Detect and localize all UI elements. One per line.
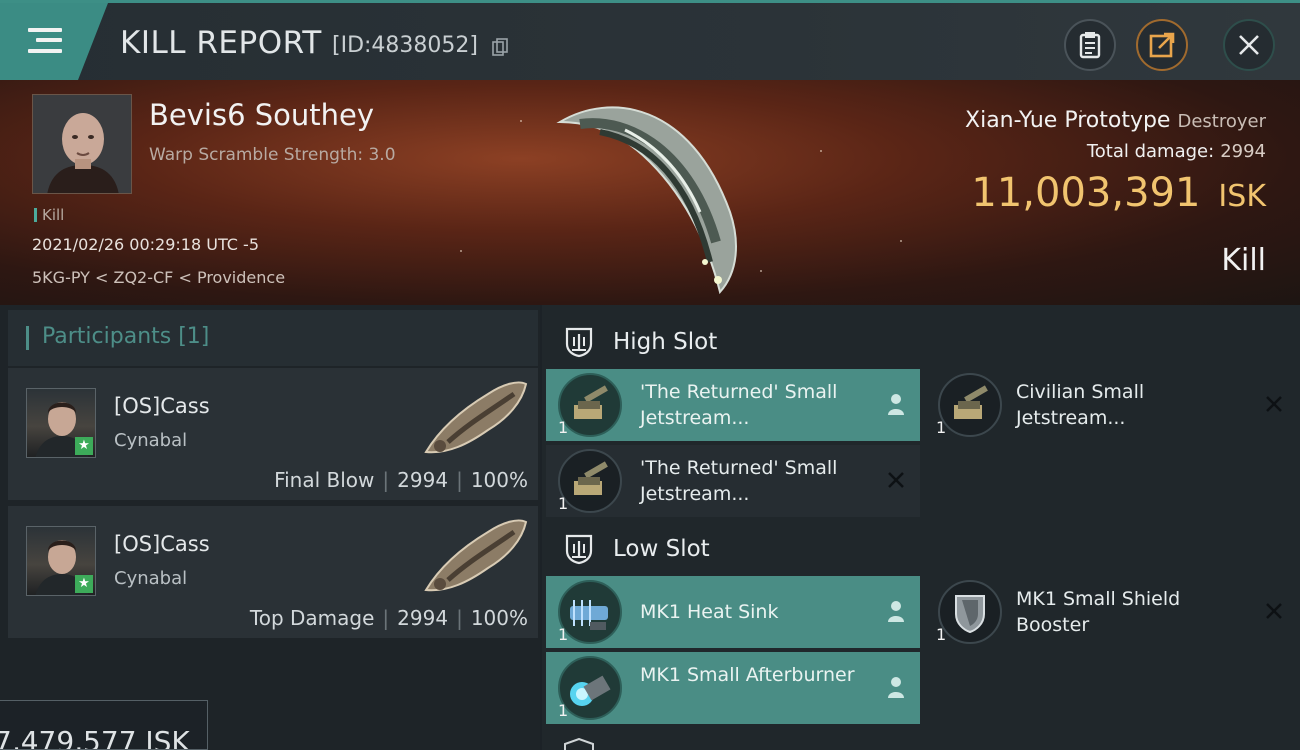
item-name: 'The Returned' Small Jetstream... <box>640 381 838 429</box>
destroyed-icon <box>1266 603 1282 619</box>
destroyed-icon <box>888 472 904 488</box>
item-quantity: 1 <box>558 625 569 644</box>
shield-booster-icon <box>938 580 1002 644</box>
ship-class: Destroyer <box>1177 111 1266 132</box>
total-damage-label: Total damage: <box>1086 141 1215 162</box>
isk-value: 11,003,391 ISK <box>971 170 1266 216</box>
participant-name: [OS]Cass <box>114 394 210 418</box>
item-quantity: 1 <box>558 701 569 720</box>
star-icon: ★ <box>75 437 93 455</box>
low-slot-label: Low Slot <box>613 536 710 562</box>
participant-ship-image <box>424 381 528 454</box>
victim-ship[interactable]: Xian-Yue Prototype Destroyer <box>965 108 1266 133</box>
high-slot-item[interactable]: 1 'The Returned' Small Jetstream... <box>546 445 920 517</box>
high-slot-header: High Slot <box>545 312 1300 370</box>
close-icon <box>1239 35 1259 55</box>
star-icon: ★ <box>75 575 93 593</box>
item-quantity: 1 <box>558 494 569 513</box>
low-slot-icon <box>565 534 593 565</box>
isk-amount: 11,003,391 <box>971 170 1201 216</box>
floating-isk-value: 7,479,577 ISK <box>0 725 190 750</box>
low-slot-item[interactable]: 1 MK1 Heat Sink <box>546 576 920 648</box>
item-name: MK1 Small Shield Booster <box>1016 588 1181 636</box>
total-damage-value: 2994 <box>1220 141 1266 162</box>
item-name: 'The Returned' Small Jetstream... <box>640 457 838 505</box>
participant-name: [OS]Cass <box>114 532 210 556</box>
ship-name: Xian-Yue Prototype <box>965 108 1171 133</box>
participant-ship-image <box>424 519 528 592</box>
title-bar: KILL REPORT [ID:4838052] <box>0 0 1300 80</box>
turret-icon <box>938 373 1002 437</box>
page-title: KILL REPORT <box>120 25 322 61</box>
participant-stats: Top Damage | 2994 | 100% <box>249 606 528 630</box>
avatar: ★ <box>26 526 96 596</box>
kill-report-id: [ID:4838052] <box>332 33 478 58</box>
item-quantity: 1 <box>558 418 569 437</box>
avatar <box>33 95 131 193</box>
avatar: ★ <box>26 388 96 458</box>
isk-unit: ISK <box>1218 179 1266 214</box>
participant-stats: Final Blow | 2994 | 100% <box>274 468 528 492</box>
kill-location[interactable]: 5KG-PY < ZQ2-CF < Providence <box>32 268 285 287</box>
item-name: Civilian Small Jetstream... <box>1016 381 1145 429</box>
item-name: MK1 Heat Sink <box>640 601 779 623</box>
victim-subline: Warp Scramble Strength: 3.0 <box>149 145 396 165</box>
victim-name[interactable]: Bevis6 Southey <box>149 98 374 132</box>
participant-row[interactable]: ★ [OS]Cass Cynabal Top Damage | 2994 | 100% <box>8 506 538 638</box>
participant-ship: Cynabal <box>114 430 188 451</box>
floating-isk-panel: 7,479,577 ISK <box>0 700 208 750</box>
clipboard-button[interactable] <box>1064 19 1116 71</box>
participants-header: Participants [1] <box>8 310 538 366</box>
participant-row[interactable]: ★ [OS]Cass Cynabal Final Blow | 2994 | 100% <box>8 368 538 500</box>
item-quantity: 1 <box>936 418 947 437</box>
low-slot-item[interactable]: 1 MK1 Small Shield Booster <box>922 576 1298 648</box>
high-slot-label: High Slot <box>613 329 718 355</box>
next-slot-icon <box>564 738 594 750</box>
high-slot-item[interactable]: 1 Civilian Small Jetstream... <box>922 369 1298 441</box>
item-quantity: 1 <box>936 625 947 644</box>
participant-damage: 2994 <box>397 468 449 492</box>
victim-ship-image <box>556 106 737 295</box>
item-name: MK1 Small Afterburner <box>640 664 855 686</box>
menu-button[interactable] <box>0 3 108 80</box>
participant-percent: 100% <box>470 468 528 492</box>
destroyed-icon <box>1266 396 1282 412</box>
dropped-icon <box>888 601 904 622</box>
kill-tag: Kill <box>34 206 64 224</box>
share-icon <box>1149 32 1175 58</box>
low-slot-header: Low Slot <box>545 519 1300 577</box>
share-button[interactable] <box>1136 19 1188 71</box>
copy-icon[interactable] <box>492 38 508 56</box>
participant-role: Top Damage <box>249 606 375 630</box>
dropped-icon <box>888 677 904 698</box>
dropped-icon <box>888 394 904 415</box>
low-slot-item[interactable]: 1 MK1 Small Afterburner <box>546 652 920 724</box>
close-button[interactable] <box>1223 19 1275 71</box>
high-slot-icon <box>565 327 593 358</box>
participant-role: Final Blow <box>274 468 375 492</box>
participants-title: Participants [1] <box>42 324 210 349</box>
clipboard-icon <box>1079 32 1101 59</box>
kill-datetime: 2021/02/26 00:29:18 UTC -5 <box>32 235 260 254</box>
victim-portrait[interactable] <box>32 94 132 194</box>
participant-ship: Cynabal <box>114 568 188 589</box>
kill-result: Kill <box>1221 243 1266 278</box>
participant-damage: 2994 <box>397 606 449 630</box>
participant-percent: 100% <box>470 606 528 630</box>
high-slot-item[interactable]: 1 'The Returned' Small Jetstream... <box>546 369 920 441</box>
total-damage: Total damage: 2994 <box>1087 141 1266 162</box>
